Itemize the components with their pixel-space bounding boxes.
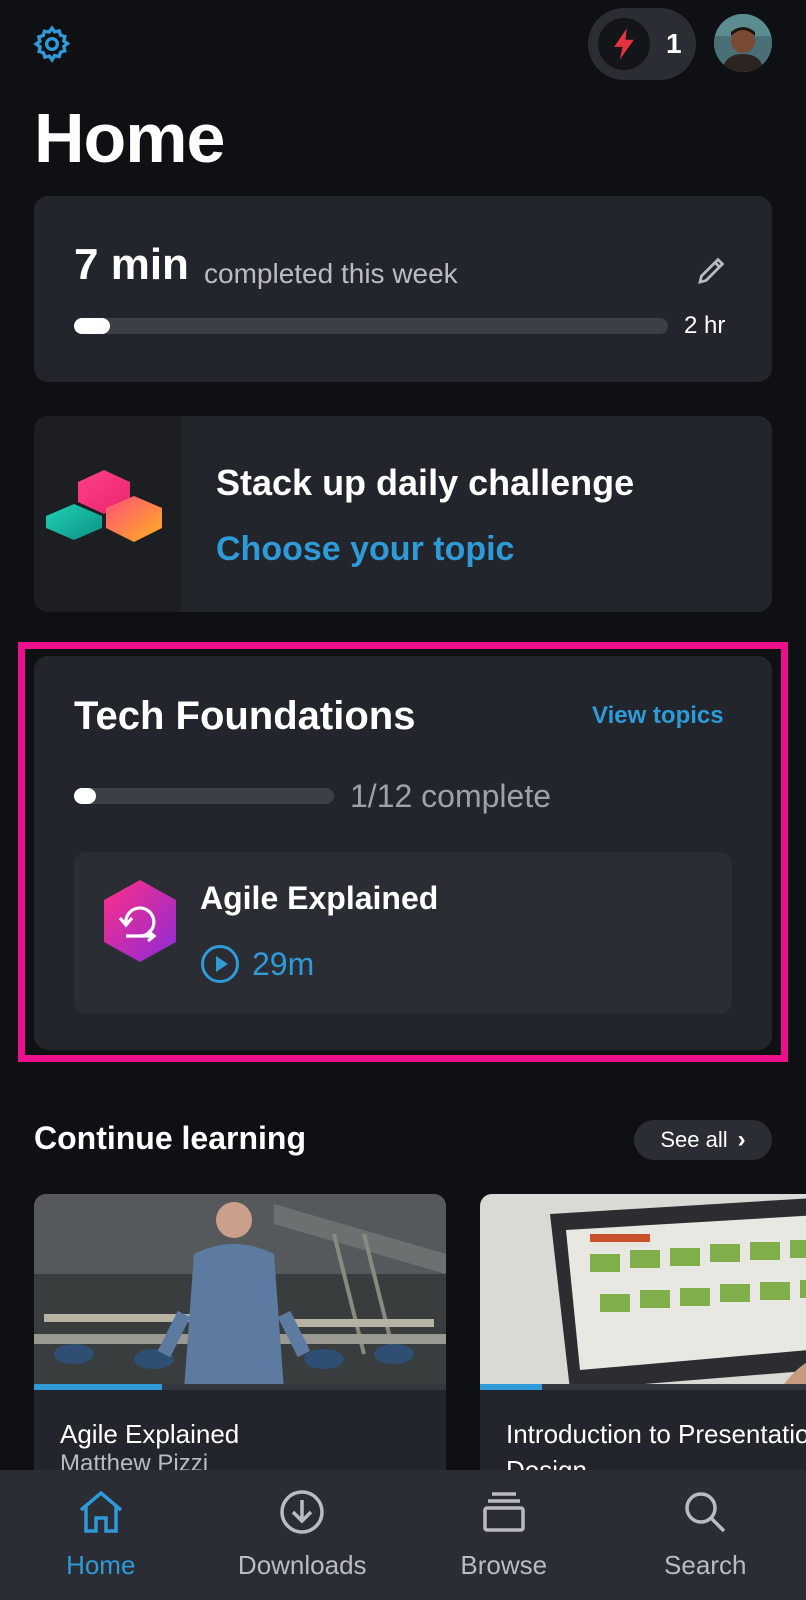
weekly-minutes: 7 min xyxy=(74,240,189,289)
home-icon xyxy=(79,1490,122,1533)
path-progress-text: 1/12 complete xyxy=(350,778,552,814)
lightning-icon xyxy=(598,18,650,70)
daily-challenge-card[interactable]: Stack up daily challenge Choose your top… xyxy=(34,416,772,612)
path-progress-fill xyxy=(74,788,96,804)
choose-topic-link[interactable]: Choose your topic xyxy=(216,530,514,569)
nav-downloads[interactable]: Downloads xyxy=(212,1488,392,1581)
bottom-nav: Home Downloads Browse Search xyxy=(0,1470,806,1600)
stack-blocks-icon xyxy=(34,416,182,612)
weekly-goal-card[interactable]: 7 min completed this week 2 hr xyxy=(34,196,772,382)
edit-goal-button[interactable] xyxy=(694,252,734,292)
course-progress-fill xyxy=(480,1384,542,1390)
path-card: Tech Foundations View topics 1/12 comple… xyxy=(34,656,772,1050)
gear-icon xyxy=(33,25,71,63)
continue-learning-title: Continue learning xyxy=(34,1120,306,1156)
course-thumbnail xyxy=(34,1194,446,1390)
nav-browse-label: Browse xyxy=(460,1550,548,1580)
nav-downloads-label: Downloads xyxy=(237,1550,367,1580)
settings-button[interactable] xyxy=(32,24,76,68)
avatar[interactable] xyxy=(714,14,772,72)
search-icon xyxy=(685,1492,726,1533)
nav-home[interactable]: Home xyxy=(11,1488,191,1581)
see-all-button[interactable]: See all › xyxy=(634,1120,772,1160)
chevron-right-icon: › xyxy=(737,1126,746,1153)
page-title: Home xyxy=(34,99,225,177)
path-title: Tech Foundations xyxy=(74,694,416,738)
path-course-duration: 29m xyxy=(252,945,315,982)
path-course-title: Agile Explained xyxy=(200,880,439,916)
weekly-progress-bar xyxy=(74,318,668,334)
streak-button[interactable]: 1 xyxy=(588,8,696,80)
pencil-icon xyxy=(698,257,725,284)
continue-course-card[interactable]: Introduction to Presentation Design xyxy=(480,1194,806,1484)
weekly-progress-fill xyxy=(74,318,110,334)
course-card-title: Agile Explained xyxy=(60,1419,240,1449)
course-progress-fill xyxy=(34,1384,162,1390)
play-course-button[interactable]: 29m xyxy=(200,944,314,984)
nav-search-label: Search xyxy=(664,1550,747,1580)
weekly-goal-label: 2 hr xyxy=(684,312,726,339)
streak-count: 1 xyxy=(666,28,682,59)
play-icon xyxy=(201,945,239,983)
browse-icon xyxy=(483,1492,525,1532)
path-course-item[interactable]: Agile Explained 29m xyxy=(74,852,732,1014)
continue-course-card[interactable]: Agile Explained Matthew Pizzi xyxy=(34,1194,446,1484)
home-screen: 1 Home 7 min completed this week 2 hr St… xyxy=(0,0,806,1600)
course-progress-bar xyxy=(480,1384,806,1390)
nav-browse[interactable]: Browse xyxy=(414,1488,594,1581)
nav-home-label: Home xyxy=(66,1550,136,1580)
agile-cycle-icon xyxy=(102,878,178,964)
view-topics-link[interactable]: View topics xyxy=(592,702,724,730)
nav-search[interactable]: Search xyxy=(615,1488,795,1581)
challenge-title: Stack up daily challenge xyxy=(216,462,635,503)
see-all-label: See all xyxy=(660,1127,728,1152)
download-icon xyxy=(280,1490,324,1534)
weekly-subtitle: completed this week xyxy=(204,258,458,289)
course-thumbnail xyxy=(480,1194,806,1390)
path-progress-bar xyxy=(74,788,334,804)
course-progress-bar xyxy=(34,1384,446,1390)
